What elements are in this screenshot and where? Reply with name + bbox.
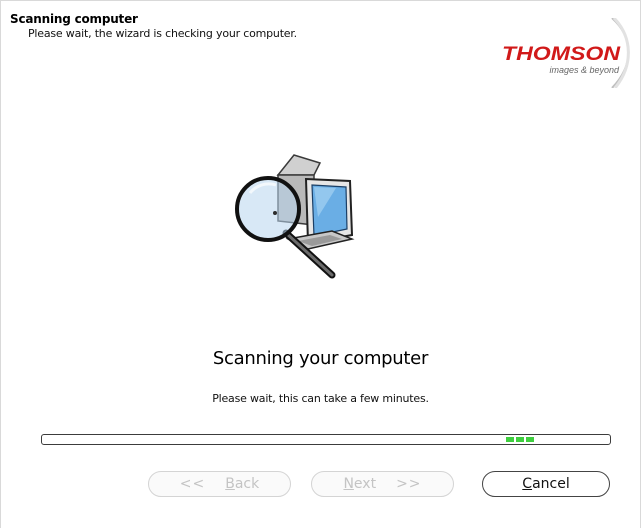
main-heading: Scanning your computer — [212, 348, 429, 369]
cancel-button[interactable]: Cancel — [482, 471, 610, 497]
back-button[interactable]: << Back — [148, 471, 291, 497]
progress-chunk — [526, 437, 534, 442]
next-button[interactable]: Next >> — [311, 471, 454, 497]
logo-brand: THOMSON — [502, 44, 622, 65]
next-arrow-icon: >> — [396, 476, 422, 492]
back-arrow-icon: << — [179, 476, 206, 492]
cancel-button-label: Cancel — [522, 476, 570, 492]
page-title: Scanning computer — [10, 12, 138, 26]
thomson-logo: THOMSON images & beyond — [502, 18, 630, 88]
next-button-label: Next — [343, 476, 377, 492]
logo-tagline: images & beyond — [549, 65, 620, 75]
back-button-label: Back — [225, 476, 260, 492]
progress-marquee — [506, 437, 534, 442]
progress-chunk — [516, 437, 524, 442]
page-subtitle: Please wait, the wizard is checking your… — [28, 27, 297, 40]
progress-chunk — [506, 437, 514, 442]
progress-bar — [41, 434, 611, 445]
magnifier-over-computer-icon — [235, 154, 355, 279]
main-subtext: Please wait, this can take a few minutes… — [212, 392, 429, 405]
